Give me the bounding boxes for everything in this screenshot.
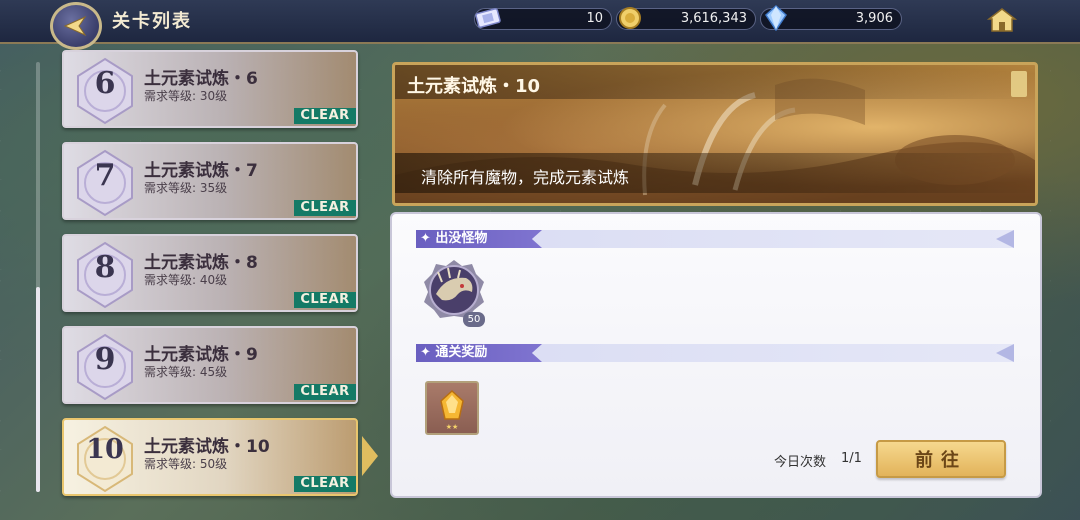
daily-attempts-value: 1/1 (841, 451, 862, 466)
bookmark-icon (1011, 71, 1027, 97)
stage-name: 土元素试炼・6 (144, 69, 258, 89)
rewards-section-label: ✦ 通关奖励 (420, 345, 488, 360)
svg-text:★★: ★★ (446, 423, 459, 431)
stage-name: 土元素试炼・7 (144, 161, 258, 181)
selected-indicator-arrow (362, 436, 378, 476)
stage-requirement: 需求等级: 35级 (144, 181, 228, 195)
stage-requirement: 需求等级: 40级 (144, 273, 228, 287)
stage-item-9[interactable]: 9 土元素试炼・9 需求等级: 45级 CLEAR (62, 326, 358, 404)
clear-badge: CLEAR (294, 292, 356, 308)
stage-title: 土元素试炼・10 (407, 76, 541, 97)
page-title: 关卡列表 (112, 11, 192, 32)
stage-item-7[interactable]: 7 土元素试炼・7 需求等级: 35级 CLEAR (62, 142, 358, 220)
stage-number: 10 (86, 434, 124, 465)
clear-badge: CLEAR (294, 108, 356, 124)
stage-description: 清除所有魔物，完成元素试炼 (421, 168, 630, 187)
diamond-count: 3,906 (855, 11, 893, 26)
crystal-icon (762, 4, 790, 32)
stage-requirement: 需求等级: 30级 (144, 89, 228, 103)
stage-requirement: 需求等级: 45级 (144, 365, 228, 379)
stage-item-10[interactable]: 10 土元素试炼・10 需求等级: 50级 CLEAR (62, 418, 358, 496)
stage-name: 土元素试炼・9 (144, 345, 258, 365)
amber-gem-icon: ★★ (440, 389, 464, 431)
ticket-count: 10 (586, 11, 603, 26)
back-arrow-icon (63, 15, 87, 37)
stage-item-8[interactable]: 8 土元素试炼・8 需求等级: 40级 CLEAR (62, 234, 358, 312)
go-button[interactable]: 前往 (876, 440, 1006, 478)
monsters-section-label: ✦ 出没怪物 (420, 231, 488, 246)
reward-slot[interactable]: ★★ (425, 381, 479, 435)
stage-list-scroll-thumb[interactable] (36, 287, 40, 492)
daily-attempts-label: 今日次数 (774, 455, 827, 470)
stage-name: 土元素试炼・10 (144, 437, 270, 457)
home-button[interactable] (978, 6, 1026, 34)
rewards-label-text: 通关奖励 (435, 345, 488, 360)
home-icon (987, 8, 1017, 32)
stage-banner: 土元素试炼・10 清除所有魔物，完成元素试炼 (392, 62, 1038, 206)
ticket-icon (474, 4, 502, 32)
stage-number: 6 (94, 66, 116, 101)
gold-count: 3,616,343 (680, 11, 747, 26)
clear-badge: CLEAR (294, 476, 356, 492)
stage-item-6[interactable]: 6 土元素试炼・6 需求等级: 30级 CLEAR (62, 50, 358, 128)
monster-level-badge: 50 (463, 312, 485, 327)
stage-name: 土元素试炼・8 (144, 253, 258, 273)
clear-badge: CLEAR (294, 384, 356, 400)
monsters-label-text: 出没怪物 (435, 231, 488, 246)
stage-number: 8 (94, 250, 116, 285)
clear-badge: CLEAR (294, 200, 356, 216)
stage-number: 9 (94, 342, 116, 377)
stage-number: 7 (94, 158, 116, 193)
stage-requirement: 需求等级: 50级 (144, 457, 228, 471)
back-button[interactable] (50, 2, 102, 50)
gold-coin-icon (616, 4, 644, 32)
